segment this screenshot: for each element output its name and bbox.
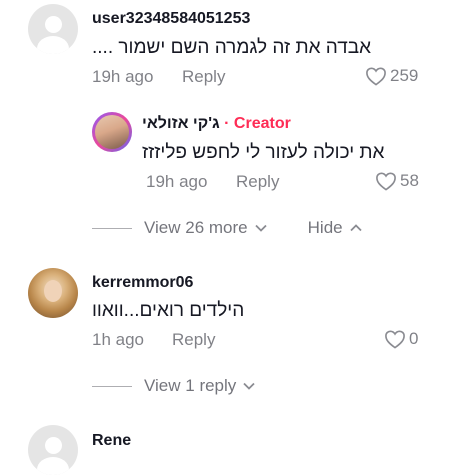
heart-outline-icon	[366, 67, 386, 86]
view-more-row: View 26 more Hide	[92, 218, 363, 238]
comment-username[interactable]: Rene	[92, 432, 131, 450]
view-reply-label: View 1 reply	[144, 376, 237, 395]
reply-username[interactable]: ג'קי אזולאי	[142, 115, 220, 132]
reply-header: ג'קי אזולאי · Creator	[142, 115, 291, 133]
comment-time: 1h ago	[92, 330, 144, 349]
like-count: 259	[390, 66, 419, 85]
heart-outline-icon	[376, 172, 396, 191]
like-count: 0	[409, 329, 419, 348]
chevron-up-icon	[349, 224, 362, 232]
avatar-default[interactable]	[28, 4, 78, 54]
reply-button[interactable]: Reply	[236, 172, 279, 192]
reply-button[interactable]: Reply	[172, 330, 215, 350]
like-button[interactable]: 0	[384, 329, 418, 349]
hide-label: Hide	[307, 218, 343, 237]
comment-text: הילדים רואים...וואוו	[92, 300, 245, 321]
like-button[interactable]: 259	[365, 66, 418, 86]
like-count: 58	[400, 171, 419, 190]
creator-avatar[interactable]	[92, 112, 132, 152]
view-more-label: View 26 more	[144, 218, 248, 237]
creator-badge: · Creator	[224, 115, 291, 132]
view-reply-button[interactable]: View 1 reply	[144, 376, 256, 396]
avatar-default[interactable]	[28, 425, 78, 475]
chevron-down-icon	[243, 382, 255, 390]
thread-divider-line	[92, 385, 132, 387]
default-avatar-icon	[44, 16, 62, 33]
comment-text: אבדה את זה לגמרה השם ישמור ....	[92, 37, 372, 58]
view-more-button[interactable]: View 26 more	[144, 218, 268, 238]
thread-divider-line	[92, 227, 132, 229]
default-avatar-shoulders	[37, 36, 69, 54]
chevron-down-icon	[255, 224, 267, 232]
comment-time: 19h ago	[92, 67, 154, 86]
default-avatar-icon	[44, 437, 62, 454]
avatar[interactable]	[28, 268, 78, 318]
creator-avatar-photo	[95, 115, 129, 149]
default-avatar-shoulders	[37, 457, 69, 475]
reply-text: את יכולה לעזור לי לחפש פליזזז	[142, 142, 385, 163]
comment-username[interactable]: kerremmor06	[92, 274, 193, 292]
comment-username[interactable]: user32348584051253	[92, 10, 250, 28]
like-button[interactable]: 58	[375, 171, 419, 191]
heart-outline-icon	[385, 330, 405, 349]
avatar-face	[44, 280, 62, 302]
reply-button[interactable]: Reply	[182, 67, 225, 87]
view-reply-row: View 1 reply	[92, 376, 256, 396]
reply-time: 19h ago	[146, 172, 208, 191]
hide-button[interactable]: Hide	[308, 218, 363, 238]
